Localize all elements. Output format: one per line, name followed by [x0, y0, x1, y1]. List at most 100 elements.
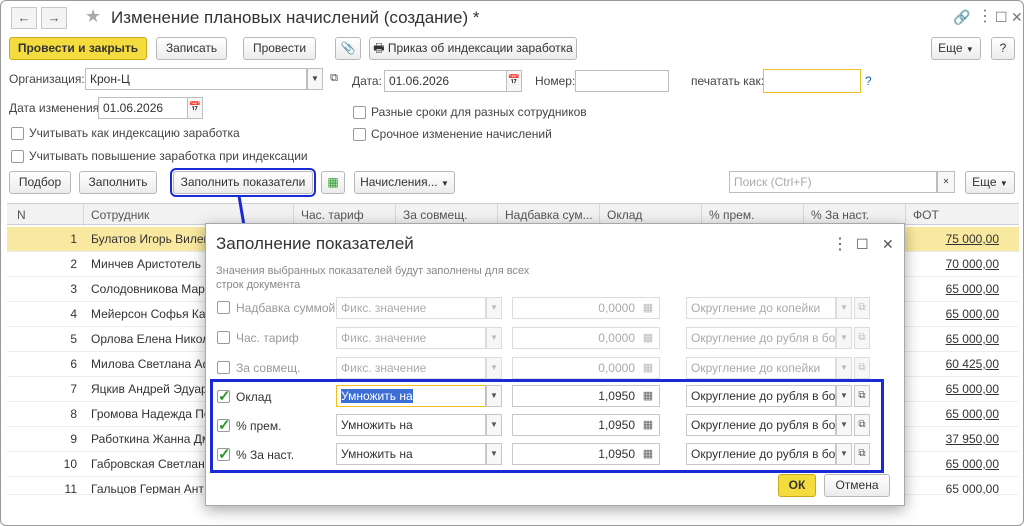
urgent-checkbox[interactable] — [353, 128, 366, 141]
calendar-icon[interactable]: 📅 — [187, 97, 203, 119]
salary-mode-field[interactable]: Умножить на — [336, 385, 486, 407]
col-fot[interactable]: ФОТ — [913, 208, 939, 222]
row-fot[interactable]: 65 000,00 — [946, 332, 999, 346]
org-dropdown-icon[interactable]: ▼ — [307, 68, 323, 90]
dropdown-arrow-icon[interactable]: ▼ — [486, 297, 502, 319]
combined-checkbox[interactable] — [217, 361, 230, 374]
col-bonus[interactable]: % прем. — [709, 208, 754, 222]
calculator-icon[interactable]: ▦ — [640, 358, 656, 378]
open-icon[interactable]: ⧉ — [854, 443, 870, 465]
row-fot[interactable]: 65 000,00 — [946, 457, 999, 471]
hourly-rate-rounding-field[interactable]: Округление до рубля в бол — [686, 327, 836, 349]
forward-arrow-icon[interactable]: → — [41, 7, 67, 29]
dropdown-arrow-icon[interactable]: ▼ — [836, 327, 852, 349]
hourly-rate-checkbox[interactable] — [217, 331, 230, 344]
mentoring-value-field[interactable]: 1,0950 — [512, 443, 660, 465]
col-salary[interactable]: Оклад — [607, 208, 642, 222]
mentoring-rounding-field[interactable]: Округление до рубля в бол — [686, 443, 836, 465]
print-as-field[interactable] — [763, 69, 861, 93]
close-icon[interactable]: ✕ — [882, 236, 894, 253]
fill-button[interactable]: Заполнить — [79, 171, 157, 194]
allowance-mode-field[interactable]: Фикс. значение — [336, 297, 486, 319]
mentoring-mode-field[interactable]: Умножить на — [336, 443, 486, 465]
calculator-icon[interactable]: ▦ — [640, 444, 656, 464]
attachment-icon[interactable]: 📎 — [335, 37, 361, 60]
bonus-value-field[interactable]: 1,0950 — [512, 414, 660, 436]
calculator-icon[interactable]: ▦ — [640, 328, 656, 348]
org-field[interactable]: Крон-Ц — [85, 68, 307, 90]
increase-checkbox[interactable] — [11, 150, 24, 163]
accruals-button[interactable]: Начисления... ▼ — [354, 171, 455, 194]
calculator-icon[interactable]: ▦ — [640, 386, 656, 406]
col-employee[interactable]: Сотрудник — [91, 208, 149, 222]
salary-rounding-field[interactable]: Округление до рубля в бол — [686, 385, 836, 407]
col-mentoring[interactable]: % За наст. — [811, 208, 869, 222]
col-allowance[interactable]: Надбавка сум... — [505, 208, 593, 222]
row-fot[interactable]: 65 000,00 — [946, 407, 999, 421]
ok-button[interactable]: ОК — [778, 474, 816, 497]
combined-mode-field[interactable]: Фикс. значение — [336, 357, 486, 379]
open-icon[interactable]: ⧉ — [854, 385, 870, 407]
bonus-checkbox[interactable] — [217, 416, 231, 434]
calculator-icon[interactable]: ▦ — [640, 415, 656, 435]
print-as-help-link[interactable]: ? — [865, 74, 872, 88]
select-button[interactable]: Подбор — [9, 171, 71, 194]
dropdown-arrow-icon[interactable]: ▼ — [836, 443, 852, 465]
dropdown-arrow-icon[interactable]: ▼ — [836, 297, 852, 319]
date-field[interactable]: 01.06.2026 — [384, 70, 508, 92]
mentoring-checkbox[interactable] — [217, 445, 231, 463]
link-icon[interactable]: 🔗 — [953, 9, 970, 26]
more-button[interactable]: Еще ▼ — [931, 37, 981, 60]
open-icon[interactable]: ⧉ — [854, 297, 870, 319]
dropdown-arrow-icon[interactable]: ▼ — [836, 414, 852, 436]
favorite-star-icon[interactable]: ★ — [85, 6, 101, 27]
calculator-icon[interactable]: ▦ — [640, 298, 656, 318]
open-icon[interactable]: ⧉ — [854, 414, 870, 436]
bonus-rounding-field[interactable]: Округление до рубля в бол — [686, 414, 836, 436]
row-fot[interactable]: 65 000,00 — [946, 282, 999, 296]
more-vertical-icon[interactable]: ⋮ — [832, 234, 848, 254]
row-fot[interactable]: 70 000,00 — [946, 257, 999, 271]
dropdown-arrow-icon[interactable]: ▼ — [486, 327, 502, 349]
col-n[interactable]: N — [17, 208, 26, 222]
cancel-button[interactable]: Отмена — [824, 474, 890, 497]
row-fot[interactable]: 65 000,00 — [946, 382, 999, 396]
row-fot[interactable]: 60 425,00 — [946, 357, 999, 371]
clear-search-icon[interactable]: ✕ — [937, 171, 955, 193]
bonus-mode-field[interactable]: Умножить на — [336, 414, 486, 436]
print-order-button[interactable]: 🖶 Приказ об индексации заработка — [369, 37, 577, 60]
combined-rounding-field[interactable]: Округление до копейки — [686, 357, 836, 379]
dropdown-arrow-icon[interactable]: ▼ — [486, 357, 502, 379]
row-fot[interactable]: 65 000,00 — [946, 307, 999, 321]
indexation-checkbox[interactable] — [11, 127, 24, 140]
hourly-rate-value-field[interactable]: 0,0000 — [512, 327, 660, 349]
salary-checkbox[interactable] — [217, 387, 231, 405]
save-button[interactable]: Записать — [156, 37, 227, 60]
open-icon[interactable]: ⧉ — [854, 327, 870, 349]
dropdown-arrow-icon[interactable]: ▼ — [836, 385, 852, 407]
salary-value-field[interactable]: 1,0950 — [512, 385, 660, 407]
back-arrow-icon[interactable]: ← — [11, 7, 37, 29]
dropdown-arrow-icon[interactable]: ▼ — [486, 414, 502, 436]
close-icon[interactable]: ✕ — [1011, 9, 1023, 26]
maximize-icon[interactable]: ☐ — [856, 236, 869, 253]
open-icon[interactable]: ⧉ — [854, 357, 870, 379]
col-hourly-rate[interactable]: Час. тариф — [301, 208, 364, 222]
fill-indicators-button[interactable]: Заполнить показатели — [170, 168, 316, 197]
allowance-checkbox[interactable] — [217, 301, 230, 314]
add-table-icon[interactable]: ▦ — [321, 171, 345, 194]
calendar-icon[interactable]: 📅 — [506, 70, 522, 92]
col-combined[interactable]: За совмещ. — [403, 208, 467, 222]
row-fot[interactable]: 37 950,00 — [946, 432, 999, 446]
org-open-icon[interactable]: ⧉ — [326, 68, 342, 90]
search-input[interactable]: Поиск (Ctrl+F) — [729, 171, 937, 193]
row-fot[interactable]: 75 000,00 — [946, 232, 999, 246]
row-fot[interactable]: 65 000,00 — [946, 482, 999, 494]
combined-value-field[interactable]: 0,0000 — [512, 357, 660, 379]
allowance-value-field[interactable]: 0,0000 — [512, 297, 660, 319]
post-and-close-button[interactable]: Провести и закрыть — [9, 37, 147, 60]
change-date-field[interactable]: 01.06.2026 — [98, 97, 188, 119]
diff-terms-checkbox[interactable] — [353, 106, 366, 119]
dropdown-arrow-icon[interactable]: ▼ — [486, 385, 502, 407]
more-vertical-icon[interactable]: ⋮ — [977, 6, 993, 26]
